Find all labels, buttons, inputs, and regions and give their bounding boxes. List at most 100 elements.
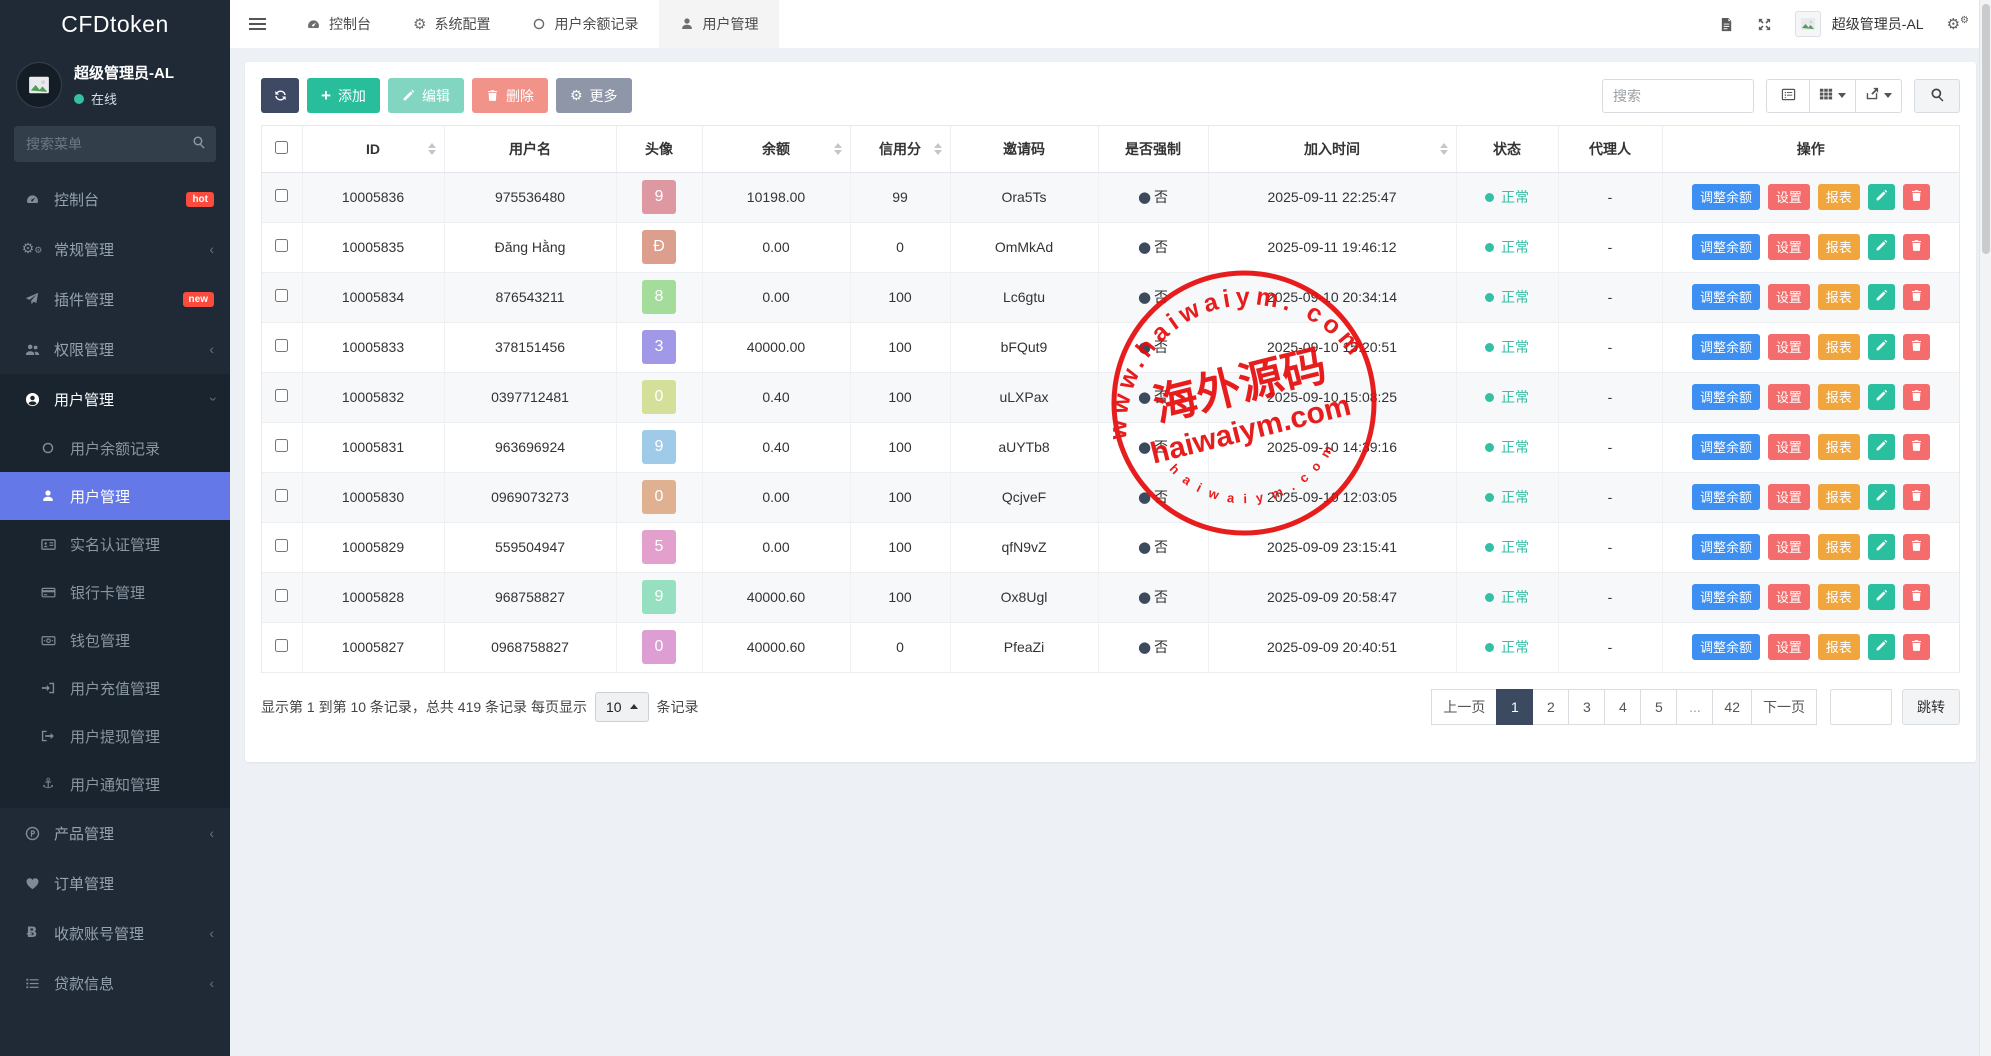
add-button[interactable]: + 添加	[307, 78, 380, 113]
adjust-balance-button[interactable]: 调整余额	[1692, 384, 1760, 410]
settings-button[interactable]: 设置	[1768, 234, 1810, 260]
row-checkbox[interactable]	[275, 539, 288, 552]
columns-button[interactable]	[1810, 79, 1856, 113]
sidebar-item-paper-plane[interactable]: 插件管理new	[0, 274, 230, 324]
row-edit-button[interactable]	[1868, 184, 1895, 210]
row-checkbox[interactable]	[275, 239, 288, 252]
settings-button[interactable]: 设置	[1768, 584, 1810, 610]
page-button[interactable]: 4	[1604, 689, 1641, 725]
sidebar-item-anchor[interactable]: ⚓ 用户通知管理	[0, 760, 230, 808]
row-delete-button[interactable]	[1903, 634, 1930, 660]
page-jump-input[interactable]	[1830, 689, 1892, 725]
report-button[interactable]: 报表	[1818, 184, 1860, 210]
toggle-off-icon[interactable]: ●	[1138, 488, 1151, 506]
settings-button[interactable]: 设置	[1768, 634, 1810, 660]
sidebar-item-gears[interactable]: ⚙⚙ 常规管理‹	[0, 224, 230, 274]
toggle-off-icon[interactable]: ●	[1138, 538, 1151, 556]
sidebar-item-wallet[interactable]: 钱包管理	[0, 616, 230, 664]
tab-gear[interactable]: ⚙ 系统配置	[392, 0, 511, 48]
avatar[interactable]	[16, 62, 62, 108]
more-button[interactable]: ⚙ 更多	[556, 78, 632, 113]
detail-view-button[interactable]	[1766, 79, 1810, 113]
fullscreen-icon[interactable]	[1757, 17, 1772, 32]
menu-search-input[interactable]	[14, 126, 216, 162]
row-edit-button[interactable]	[1868, 234, 1895, 260]
row-delete-button[interactable]	[1903, 384, 1930, 410]
page-button[interactable]: 1	[1496, 689, 1533, 725]
adjust-balance-button[interactable]: 调整余额	[1692, 184, 1760, 210]
sidebar-item-user[interactable]: 用户管理	[0, 472, 230, 520]
toggle-off-icon[interactable]: ●	[1138, 288, 1151, 306]
row-edit-button[interactable]	[1868, 634, 1895, 660]
select-all-checkbox[interactable]	[275, 141, 288, 154]
scrollbar-track[interactable]	[1979, 0, 1991, 1056]
tab-user[interactable]: 用户管理	[659, 0, 779, 48]
report-button[interactable]: 报表	[1818, 584, 1860, 610]
row-checkbox[interactable]	[275, 489, 288, 502]
row-edit-button[interactable]	[1868, 284, 1895, 310]
file-icon[interactable]	[1719, 17, 1734, 32]
row-edit-button[interactable]	[1868, 534, 1895, 560]
adjust-balance-button[interactable]: 调整余额	[1692, 534, 1760, 560]
row-checkbox[interactable]	[275, 339, 288, 352]
report-button[interactable]: 报表	[1818, 234, 1860, 260]
adjust-balance-button[interactable]: 调整余额	[1692, 334, 1760, 360]
adjust-balance-button[interactable]: 调整余额	[1692, 284, 1760, 310]
row-checkbox[interactable]	[275, 289, 288, 302]
report-button[interactable]: 报表	[1818, 534, 1860, 560]
adjust-balance-button[interactable]: 调整余额	[1692, 234, 1760, 260]
column-header[interactable]: ID	[302, 126, 444, 172]
settings-button[interactable]: 设置	[1768, 334, 1810, 360]
sidebar-item-id-card[interactable]: 实名认证管理	[0, 520, 230, 568]
toggle-off-icon[interactable]: ●	[1138, 438, 1151, 456]
export-button[interactable]	[1856, 79, 1902, 113]
page-button[interactable]: 3	[1568, 689, 1605, 725]
settings-button[interactable]: 设置	[1768, 284, 1810, 310]
row-edit-button[interactable]	[1868, 584, 1895, 610]
row-delete-button[interactable]	[1903, 484, 1930, 510]
settings-button[interactable]: 设置	[1768, 384, 1810, 410]
row-delete-button[interactable]	[1903, 584, 1930, 610]
row-delete-button[interactable]	[1903, 534, 1930, 560]
column-header[interactable]: 余额	[702, 126, 850, 172]
row-checkbox[interactable]	[275, 639, 288, 652]
column-header[interactable]: 加入时间	[1208, 126, 1456, 172]
sidebar-item-sign-in[interactable]: 用户充值管理	[0, 664, 230, 712]
page-button[interactable]: 2	[1532, 689, 1569, 725]
adjust-balance-button[interactable]: 调整余额	[1692, 584, 1760, 610]
row-checkbox[interactable]	[275, 189, 288, 202]
settings-button[interactable]: 设置	[1768, 484, 1810, 510]
sidebar-item-sign-out[interactable]: 用户提现管理	[0, 712, 230, 760]
report-button[interactable]: 报表	[1818, 284, 1860, 310]
report-button[interactable]: 报表	[1818, 434, 1860, 460]
toggle-off-icon[interactable]: ●	[1138, 338, 1151, 356]
row-edit-button[interactable]	[1868, 434, 1895, 460]
row-delete-button[interactable]	[1903, 234, 1930, 260]
edit-button[interactable]: 编辑	[388, 78, 464, 113]
delete-button[interactable]: 删除	[472, 78, 548, 113]
topbar-admin-name[interactable]: 超级管理员-AL	[1832, 14, 1924, 34]
per-page-select[interactable]: 10	[595, 692, 649, 722]
adjust-balance-button[interactable]: 调整余额	[1692, 434, 1760, 460]
sidebar-item-tachometer[interactable]: 控制台hot	[0, 174, 230, 224]
row-delete-button[interactable]	[1903, 434, 1930, 460]
row-edit-button[interactable]	[1868, 334, 1895, 360]
row-checkbox[interactable]	[275, 389, 288, 402]
refresh-button[interactable]	[261, 78, 299, 113]
settings-button[interactable]: 设置	[1768, 184, 1810, 210]
hamburger-menu-icon[interactable]	[230, 15, 285, 33]
row-delete-button[interactable]	[1903, 284, 1930, 310]
row-checkbox[interactable]	[275, 439, 288, 452]
page-jump-button[interactable]: 跳转	[1902, 689, 1960, 725]
sidebar-item-users[interactable]: 权限管理‹	[0, 324, 230, 374]
tab-circle-o[interactable]: 用户余额记录	[511, 0, 659, 48]
page-button[interactable]: 5	[1640, 689, 1677, 725]
adjust-balance-button[interactable]: 调整余额	[1692, 484, 1760, 510]
sidebar-item-credit-card[interactable]: 银行卡管理	[0, 568, 230, 616]
sidebar-item-heartbeat[interactable]: 订单管理	[0, 858, 230, 908]
toggle-off-icon[interactable]: ●	[1138, 388, 1151, 406]
toggle-off-icon[interactable]: ●	[1138, 638, 1151, 656]
report-button[interactable]: 报表	[1818, 634, 1860, 660]
toggle-off-icon[interactable]: ●	[1138, 588, 1151, 606]
report-button[interactable]: 报表	[1818, 484, 1860, 510]
